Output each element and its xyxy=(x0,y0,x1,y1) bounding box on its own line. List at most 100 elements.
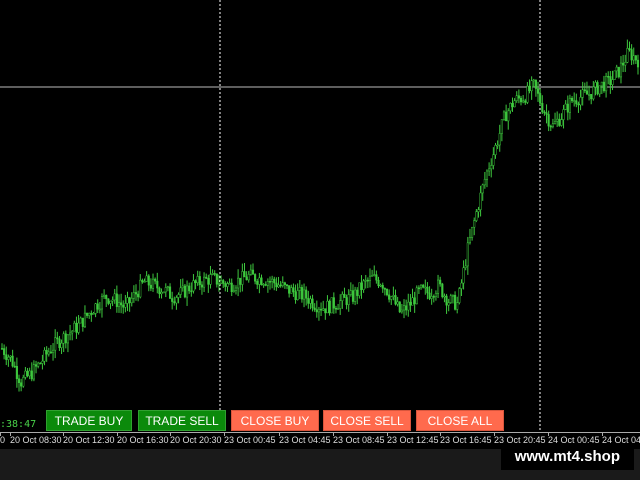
candle-body xyxy=(281,282,284,286)
candle-body xyxy=(551,123,554,127)
candle-body xyxy=(26,370,29,377)
candle-body xyxy=(94,303,97,314)
trade-sell-button[interactable]: TRADE SELL xyxy=(138,410,226,431)
candle-body xyxy=(307,297,310,304)
candle-body xyxy=(398,301,401,313)
candle-body xyxy=(428,292,431,299)
candle-body xyxy=(134,292,138,295)
candle-body xyxy=(234,287,238,291)
candle-body xyxy=(45,349,48,355)
candle-body xyxy=(515,95,518,101)
candle-body xyxy=(315,309,318,313)
candle-body xyxy=(22,377,25,387)
candle-body xyxy=(24,370,27,378)
candle-body xyxy=(485,170,489,180)
candle-body xyxy=(230,282,233,293)
candle-body xyxy=(471,226,474,238)
candle-body xyxy=(241,271,244,285)
candle-body xyxy=(468,237,472,244)
time-axis-label: 23 Oct 12:45 xyxy=(387,435,439,445)
candle-body xyxy=(581,89,584,98)
time-axis-label: 0 xyxy=(0,435,6,445)
time-axis-tick xyxy=(494,433,495,436)
candle-body xyxy=(275,282,278,288)
candle-body xyxy=(77,322,80,333)
candle-body xyxy=(279,284,282,287)
candle-body xyxy=(634,55,637,61)
candle-body xyxy=(553,121,557,124)
candle-body xyxy=(547,114,550,127)
close-all-button[interactable]: CLOSE ALL xyxy=(416,410,504,431)
candle-body xyxy=(326,300,329,314)
candle-body xyxy=(351,290,355,302)
candle-body xyxy=(168,286,172,299)
candle-body xyxy=(602,81,606,92)
candle-body xyxy=(543,111,546,114)
candle-body xyxy=(290,287,293,294)
candle-body xyxy=(52,349,55,353)
candle-body xyxy=(556,118,559,122)
candle-body xyxy=(200,284,203,288)
candle-body xyxy=(511,103,514,108)
candle-body xyxy=(15,366,18,380)
candle-body xyxy=(571,97,574,102)
price-chart[interactable] xyxy=(0,0,640,432)
candle-body xyxy=(517,95,520,99)
candle-body xyxy=(592,86,595,100)
candle-body xyxy=(111,299,114,302)
candle-body xyxy=(373,274,376,276)
candle-body xyxy=(317,308,320,313)
candle-body xyxy=(115,293,118,307)
candle-body xyxy=(81,317,84,327)
candle-body xyxy=(366,279,369,282)
candle-body xyxy=(619,62,623,78)
candle-body xyxy=(560,119,563,126)
candle-body xyxy=(30,370,33,380)
candle-body xyxy=(588,94,591,96)
candle-body xyxy=(268,281,272,283)
candle-body xyxy=(39,362,42,365)
chart-area[interactable] xyxy=(0,0,640,432)
candle-body xyxy=(105,294,108,300)
candle-body xyxy=(626,48,629,63)
close-sell-button[interactable]: CLOSE SELL xyxy=(323,410,411,431)
time-axis-tick xyxy=(279,433,280,436)
time-axis-tick xyxy=(10,433,11,436)
candle-body xyxy=(334,307,338,310)
candle-body xyxy=(43,349,46,362)
time-axis-label: 20 Oct 08:30 xyxy=(10,435,62,445)
candle-body xyxy=(0,348,4,350)
time-axis-label: 23 Oct 04:45 xyxy=(279,435,331,445)
candle-body xyxy=(139,279,142,298)
candle-body xyxy=(524,100,527,103)
candle-body xyxy=(354,289,357,302)
trade-buy-button[interactable]: TRADE BUY xyxy=(46,410,132,431)
candle-body xyxy=(337,308,340,310)
candle-body xyxy=(3,348,6,355)
candlestick-series xyxy=(0,39,640,392)
candle-body xyxy=(181,285,184,289)
candle-body xyxy=(162,291,165,294)
candle-body xyxy=(379,284,382,287)
candle-body xyxy=(9,355,12,358)
candle-body xyxy=(545,112,548,115)
candle-body xyxy=(507,110,510,122)
candle-body xyxy=(324,308,327,314)
candle-body xyxy=(347,294,350,305)
candle-body xyxy=(300,287,303,300)
time-axis-tick xyxy=(63,433,64,436)
close-buy-button[interactable]: CLOSE BUY xyxy=(231,410,319,431)
candle-body xyxy=(145,275,148,282)
candle-body xyxy=(237,277,240,289)
candle-body xyxy=(577,103,580,106)
candle-body xyxy=(309,298,312,304)
candle-body xyxy=(522,100,525,103)
candle-body xyxy=(385,288,389,296)
candle-body xyxy=(413,297,416,305)
candle-body xyxy=(7,356,10,360)
candle-body xyxy=(568,97,571,113)
candle-body xyxy=(88,312,91,316)
candle-body xyxy=(528,85,531,92)
candle-body xyxy=(636,59,640,68)
candle-body xyxy=(171,298,174,302)
